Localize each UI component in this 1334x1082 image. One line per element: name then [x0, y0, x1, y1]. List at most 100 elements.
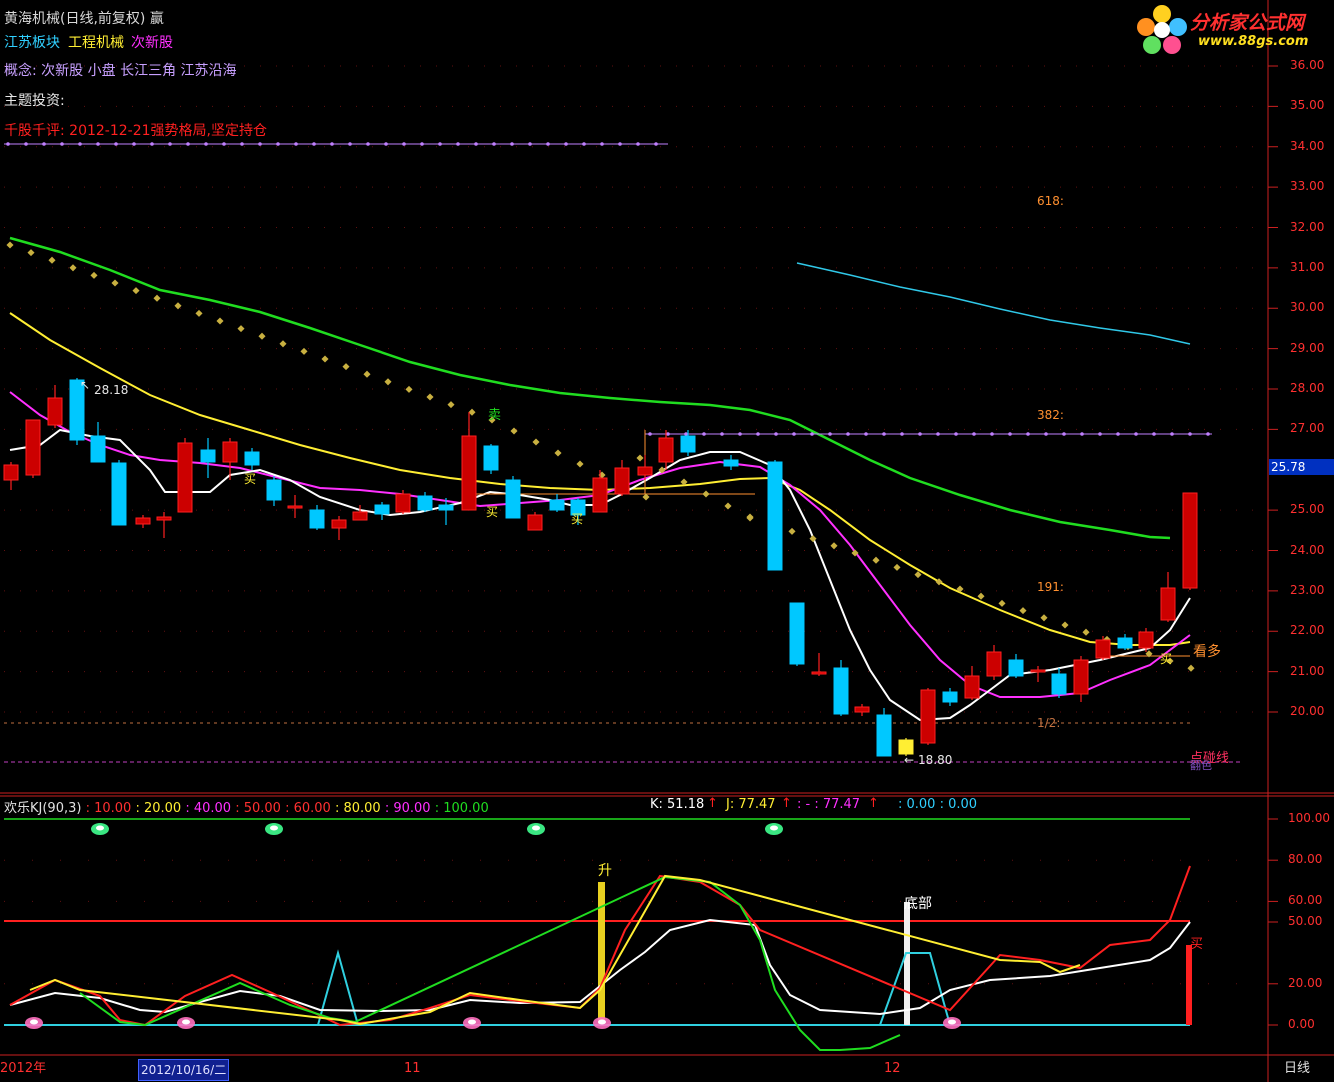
- candle-body: [483, 445, 499, 471]
- price-tick: 22.00: [1290, 623, 1325, 638]
- chart-canvas[interactable]: [0, 0, 1334, 1082]
- kj-tick: 60.00: [1288, 893, 1323, 908]
- sector-new-stock[interactable]: 次新股: [131, 32, 173, 52]
- price-tick: 25.00: [1290, 502, 1325, 517]
- buy-label-2: 买: [486, 505, 499, 519]
- candle-body: [964, 675, 980, 699]
- diamond-shine: [948, 1019, 956, 1025]
- stock-title: 黄海机械(日线,前复权) 赢: [4, 11, 164, 27]
- candle-body: [789, 602, 805, 665]
- date-cursor[interactable]: 2012/10/16/二: [138, 1059, 230, 1081]
- buy-label-3: 买: [571, 512, 584, 526]
- fib-dot: [882, 432, 886, 436]
- sector-jiangsu[interactable]: 江苏板块: [4, 32, 60, 52]
- kj-level-50: : 50.00: [235, 801, 281, 816]
- price-tick: 21.00: [1290, 663, 1325, 678]
- kj-header: 欢乐KJ(90,3) : 10.00 : 20.00 : 40.00 : 50.…: [4, 797, 489, 816]
- sar-dot: [384, 378, 392, 386]
- fib-dot: [438, 142, 442, 146]
- fib-dot: [24, 142, 28, 146]
- price-tick: 20.00: [1290, 704, 1325, 718]
- sar-dot: [1019, 607, 1027, 615]
- fib-dot: [1134, 432, 1138, 436]
- fib-dot: [738, 432, 742, 436]
- fib-dot: [258, 142, 262, 146]
- sector-machinery[interactable]: 工程机械: [68, 32, 124, 52]
- fib-dot: [774, 432, 778, 436]
- sar-dot: [977, 592, 985, 600]
- fib-dot: [846, 432, 850, 436]
- candle-body: [25, 419, 41, 476]
- price-tick: 29.00: [1290, 340, 1325, 355]
- fib-dot: [420, 142, 424, 146]
- buy-label-1: 买: [244, 472, 257, 486]
- candle-body: [1160, 587, 1176, 621]
- candle-body: [287, 505, 303, 509]
- sar-dot: [1061, 621, 1069, 629]
- candle-body: [156, 516, 172, 521]
- fib-dot: [756, 432, 760, 436]
- kj-tick: 50.00: [1288, 914, 1323, 928]
- candle-body: [1008, 659, 1024, 677]
- fib-dot: [1026, 432, 1030, 436]
- rise-bar: [598, 882, 605, 1025]
- sar-dot: [195, 309, 203, 317]
- rise-label: 升: [598, 863, 612, 879]
- price-tick: 28.00: [1290, 381, 1325, 395]
- sar-dot: [363, 370, 371, 378]
- kj-tick: 20.00: [1288, 975, 1323, 990]
- candle-body: [135, 517, 151, 525]
- candle-body: [352, 511, 368, 521]
- fib-dot: [636, 142, 640, 146]
- sar-dot: [532, 438, 540, 446]
- sar-dot: [746, 513, 754, 521]
- fib-dot: [510, 142, 514, 146]
- kj-zero-values: : 0.00 : 0.00: [898, 797, 978, 812]
- fib-dot: [648, 432, 652, 436]
- fib-dot: [972, 432, 976, 436]
- price-tick: 36.00: [1290, 58, 1325, 72]
- fib-dot: [1206, 432, 1210, 436]
- sar-dot: [216, 317, 224, 325]
- fib-dot: [132, 142, 136, 146]
- candle-body: [266, 479, 282, 501]
- fib-dot: [1080, 432, 1084, 436]
- sar-dot: [258, 332, 266, 340]
- price-tick: 23.00: [1290, 582, 1325, 597]
- dash-up-arrow: ↑: [868, 796, 879, 811]
- candle-body: [1030, 669, 1046, 673]
- sar-dot: [636, 454, 644, 462]
- fib-dot: [654, 142, 658, 146]
- price-tick: 31.00: [1290, 259, 1325, 274]
- sar-dot: [342, 363, 350, 371]
- fib-dot: [78, 142, 82, 146]
- candle-body: [395, 493, 411, 513]
- diamond-shine: [182, 1019, 190, 1025]
- fib-dot: [330, 142, 334, 146]
- fib-dot: [294, 142, 298, 146]
- fib-dot: [1152, 432, 1156, 436]
- fib-dot: [6, 142, 10, 146]
- candle-body: [3, 464, 19, 481]
- sar-dot: [27, 249, 35, 257]
- buy-label-4: 买: [1160, 652, 1173, 666]
- fib-dot: [546, 142, 550, 146]
- period-label[interactable]: 日线: [1284, 1058, 1310, 1080]
- price-tick: 30.00: [1290, 300, 1325, 315]
- sar-dot: [554, 449, 562, 457]
- candle-body: [177, 442, 193, 513]
- fib-dot: [42, 142, 46, 146]
- fib-dot: [990, 432, 994, 436]
- fib-dot: [312, 142, 316, 146]
- kj-dash-value: : - : 77.47: [797, 797, 861, 812]
- sar-dot: [90, 271, 98, 279]
- fib-dot: [810, 432, 814, 436]
- fib-dot: [720, 432, 724, 436]
- candle-body: [505, 479, 521, 519]
- candle-body: [331, 519, 347, 529]
- logo-name: 分析家公式网: [1190, 12, 1305, 34]
- fib-dot: [564, 142, 568, 146]
- candle-body: [374, 504, 390, 515]
- sar-dot: [1082, 628, 1090, 636]
- price-tick: 34.00: [1290, 138, 1325, 153]
